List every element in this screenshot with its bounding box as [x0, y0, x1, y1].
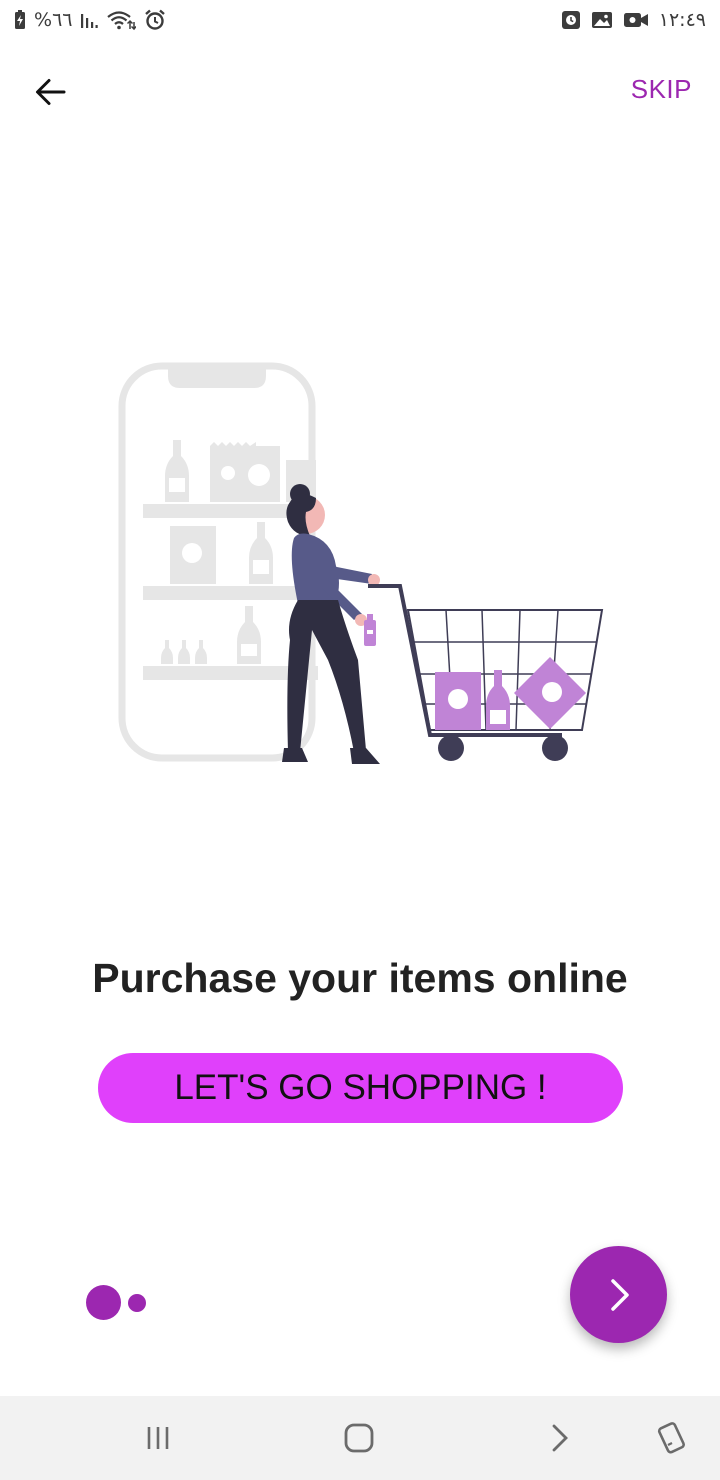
phone-outline	[118, 362, 316, 762]
status-bar-left: %٦٦	[14, 8, 166, 32]
arrow-left-icon	[36, 79, 66, 105]
skip-button[interactable]: SKIP	[631, 74, 692, 105]
video-camera-icon	[623, 13, 648, 27]
small-bottle	[161, 640, 173, 664]
app-bar: SKIP	[0, 56, 720, 126]
shopping-cart	[368, 584, 604, 761]
next-button[interactable]	[570, 1246, 667, 1343]
recent-apps-icon	[147, 1427, 169, 1449]
status-bar-right: ١٢:٤٩	[561, 8, 706, 32]
woman-figure	[282, 484, 380, 764]
alarm-icon	[145, 9, 166, 30]
wifi-icon	[107, 11, 137, 31]
small-bottle	[195, 640, 207, 664]
phone-notch	[168, 366, 266, 388]
screen-record-icon	[561, 11, 580, 29]
home-button[interactable]	[335, 1416, 383, 1460]
chevron-right-icon	[610, 1278, 629, 1311]
battery-charging-icon	[15, 10, 25, 29]
back-button[interactable]	[22, 70, 78, 114]
gallery-icon	[591, 12, 612, 28]
signal-icon	[81, 14, 99, 28]
nav-back-button[interactable]	[536, 1416, 584, 1460]
rotate-button[interactable]	[647, 1416, 695, 1460]
page-dot[interactable]	[128, 1294, 146, 1312]
shelf	[143, 586, 318, 600]
clock: ١٢:٤٩	[658, 9, 706, 31]
back-icon	[552, 1424, 568, 1452]
bottle	[165, 440, 189, 502]
onboarding-headline: Purchase your items online	[92, 955, 628, 1001]
battery-percent: %٦٦	[34, 9, 73, 31]
page-dot-active[interactable]	[86, 1285, 121, 1320]
home-icon	[344, 1423, 374, 1453]
status-bar: %٦٦ ١٢:٤٩	[0, 0, 720, 40]
small-bottle	[178, 640, 190, 664]
recent-apps-button[interactable]	[134, 1416, 182, 1460]
shopping-cart-illustration	[118, 362, 604, 764]
system-nav-bar	[0, 1396, 720, 1480]
lets-go-shopping-button[interactable]: LET'S GO SHOPPING !	[98, 1053, 623, 1123]
bottle	[249, 522, 273, 584]
rotate-icon	[657, 1422, 685, 1454]
